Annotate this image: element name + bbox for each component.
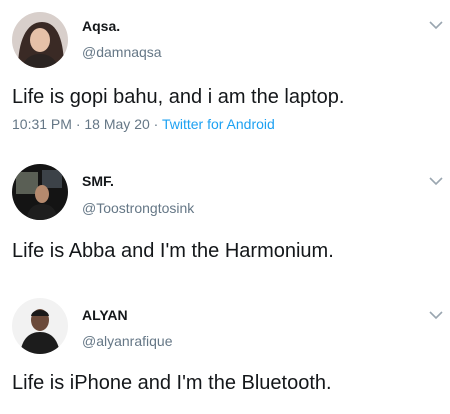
chevron-down-icon[interactable] [429,176,443,186]
chevron-down-icon[interactable] [429,310,443,320]
tweet-2[interactable]: SMF. @Toostrongtosink Life is Abba and I… [0,140,450,280]
tweet-text: Life is gopi bahu, and i am the laptop. [12,86,345,108]
tweet-3[interactable]: ALYAN @alyanrafique Life is iPhone and I… [0,280,450,414]
username-handle[interactable]: @damnaqsa [82,44,162,60]
tweet-source-link[interactable]: Twitter for Android [162,116,275,132]
username-handle[interactable]: @Toostrongtosink [82,200,194,216]
tweet-text: Life is iPhone and I'm the Bluetooth. [12,372,332,394]
tweet-date[interactable]: 18 May 20 [84,116,149,132]
username-handle[interactable]: @alyanrafique [82,333,173,349]
avatar[interactable] [12,164,68,220]
display-name[interactable]: Aqsa. [82,18,120,34]
tweet-time[interactable]: 10:31 PM [12,116,72,132]
meta-separator: · [149,116,162,132]
chevron-down-icon[interactable] [429,20,443,30]
avatar[interactable] [12,12,68,68]
tweet-text: Life is Abba and I'm the Harmonium. [12,240,334,262]
tweet-meta: 10:31 PM · 18 May 20 · Twitter for Andro… [12,116,275,132]
tweet-1[interactable]: Aqsa. @damnaqsa Life is gopi bahu, and i… [0,0,450,140]
display-name[interactable]: SMF. [82,173,114,189]
avatar[interactable] [12,298,68,354]
display-name[interactable]: ALYAN [82,307,128,323]
meta-separator: · [71,116,85,132]
